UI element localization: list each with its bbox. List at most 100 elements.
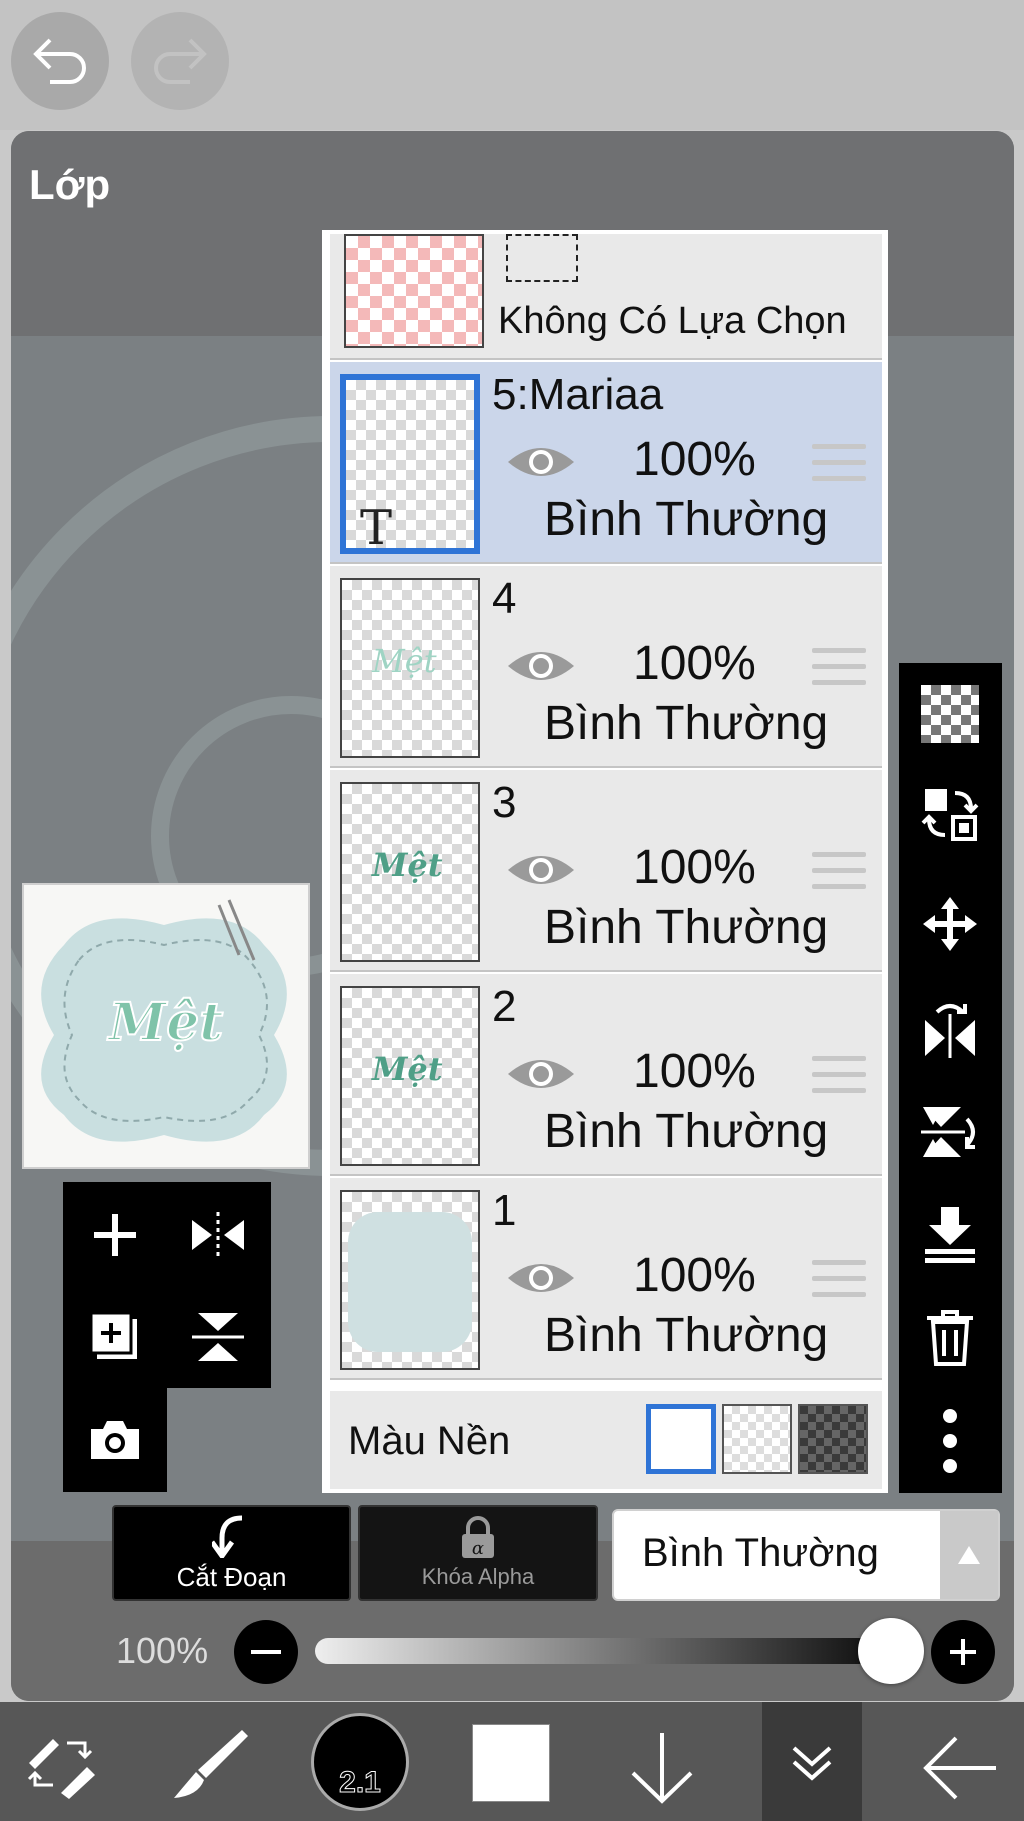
bottom-toolbar: 2.1 [0,1702,1024,1821]
blend-mode-value: Bình Thường [642,1531,879,1575]
flip-vertical-icon [192,1313,244,1361]
plus-icon [950,1639,976,1665]
layer-name: 1 [492,1186,517,1235]
flip-vertical-icon [921,1107,975,1157]
layer-name: 3 [492,778,517,827]
flip-layer-horizontal-button[interactable] [919,998,981,1060]
swap-layers-icon [921,789,979,841]
layer-thumb: Mệt [340,986,480,1166]
flip-layer-vertical-button[interactable] [919,1101,981,1163]
triangle-up-icon [958,1546,980,1564]
layer-blend-mode: Bình Thường [544,493,829,546]
swap-layers-button[interactable] [919,783,981,845]
layer-row-1[interactable]: 1 100% Bình Thường [330,1178,882,1380]
layer-blend-mode: Bình Thường [544,901,829,954]
blend-mode-select[interactable]: Bình Thường [612,1509,1000,1601]
merge-down-button[interactable] [919,1203,981,1265]
plus-icon [94,1214,136,1256]
more-options-button[interactable] [919,1405,981,1477]
color-swatch-button[interactable] [472,1724,550,1802]
opacity-decrease-button[interactable] [234,1620,298,1684]
drag-handle-icon[interactable] [812,1056,866,1104]
delete-layer-button[interactable] [919,1306,981,1368]
flip-horizontal-icon [192,1212,244,1258]
trash-icon [927,1310,973,1366]
layer-thumb: T [340,374,480,556]
right-toolbar [899,663,1002,1493]
selection-marquee-icon [506,234,578,282]
layer-list: Không Có Lựa Chọn T 5:Mariaa 100% Bình T… [322,230,888,1493]
layer-row-2[interactable]: Mệt 2 100% Bình Thường [330,974,882,1176]
preview-word: Mệt [107,992,224,1053]
opacity-track[interactable] [315,1638,915,1664]
visibility-eye-icon[interactable] [506,848,576,892]
camera-button[interactable] [80,1405,150,1475]
layer-thumb [340,1190,480,1370]
undo-icon [33,38,86,84]
selection-layer-thumb [344,234,484,348]
move-icon [923,897,977,951]
layer-name: 2 [492,982,517,1031]
visibility-eye-icon[interactable] [506,440,576,484]
alpha-lock-button[interactable]: α Khóa Alpha [358,1505,598,1601]
tool-switch-button[interactable] [22,1726,98,1802]
visibility-eye-icon[interactable] [506,644,576,688]
drag-handle-icon[interactable] [812,852,866,900]
layer-thumb: Mệt [340,578,480,758]
svg-text:α: α [472,1538,484,1559]
move-button[interactable] [919,893,981,955]
minus-icon [251,1650,281,1654]
brush-size-value: 2.1 [339,1766,382,1800]
background-transparent-swatch[interactable] [722,1404,792,1474]
clipping-button[interactable]: Cắt Đoạn [112,1505,351,1601]
opacity-increase-button[interactable] [931,1620,995,1684]
brush-eraser-swap-icon [27,1739,95,1799]
text-layer-icon: T [360,500,393,556]
back-button[interactable] [918,1726,1002,1810]
brush-icon [174,1730,248,1798]
top-bar [0,0,1024,130]
flip-horizontal-button[interactable] [183,1200,253,1270]
opacity-value: 100% [116,1630,209,1671]
layer-blend-mode: Bình Thường [544,697,829,750]
merge-down-icon [925,1207,975,1263]
transparency-button[interactable] [919,683,981,745]
alpha-lock-label: Khóa Alpha [421,1564,535,1589]
layer-name: 4 [492,574,517,623]
layers-toggle-button[interactable] [762,1702,862,1821]
selection-layer-label: Không Có Lựa Chọn [498,300,847,342]
camera-icon [91,1421,139,1459]
drag-handle-icon[interactable] [812,648,866,696]
arrow-left-icon [923,1736,996,1800]
flip-horizontal-icon [925,1004,975,1058]
layer-opacity: 100% [633,637,756,690]
background-label: Màu Nền [348,1419,511,1463]
visibility-eye-icon[interactable] [506,1256,576,1300]
background-dark-swatch[interactable] [798,1404,868,1474]
redo-button[interactable] [131,12,229,110]
arrow-down-icon [631,1733,693,1804]
clipping-label: Cắt Đoạn [176,1561,287,1592]
drag-handle-icon[interactable] [812,1260,866,1308]
layer-opacity: 100% [633,433,756,486]
layer-row-3[interactable]: Mệt 3 100% Bình Thường [330,770,882,972]
brush-tool-button[interactable] [168,1724,252,1804]
blend-mode-toggle[interactable] [940,1511,998,1599]
opacity-thumb[interactable] [858,1618,924,1684]
drag-handle-icon[interactable] [812,444,866,492]
duplicate-layer-button[interactable] [80,1302,150,1372]
brush-size-button[interactable]: 2.1 [311,1713,409,1811]
layer-thumb-art: Mệt [372,642,437,680]
undo-button[interactable] [11,12,109,110]
visibility-eye-icon[interactable] [506,1052,576,1096]
layer-opacity: 100% [633,841,756,894]
move-layer-down-button[interactable] [620,1726,704,1810]
add-layer-button[interactable] [80,1200,150,1270]
layer-thumb-art [348,1212,472,1352]
redo-icon [154,38,207,84]
flip-vertical-button[interactable] [183,1302,253,1372]
selection-layer-row[interactable]: Không Có Lựa Chọn [330,234,882,360]
layer-row-4[interactable]: Mệt 4 100% Bình Thường [330,566,882,768]
background-white-swatch[interactable] [646,1404,716,1474]
layer-row-5[interactable]: T 5:Mariaa 100% Bình Thường [330,362,882,564]
